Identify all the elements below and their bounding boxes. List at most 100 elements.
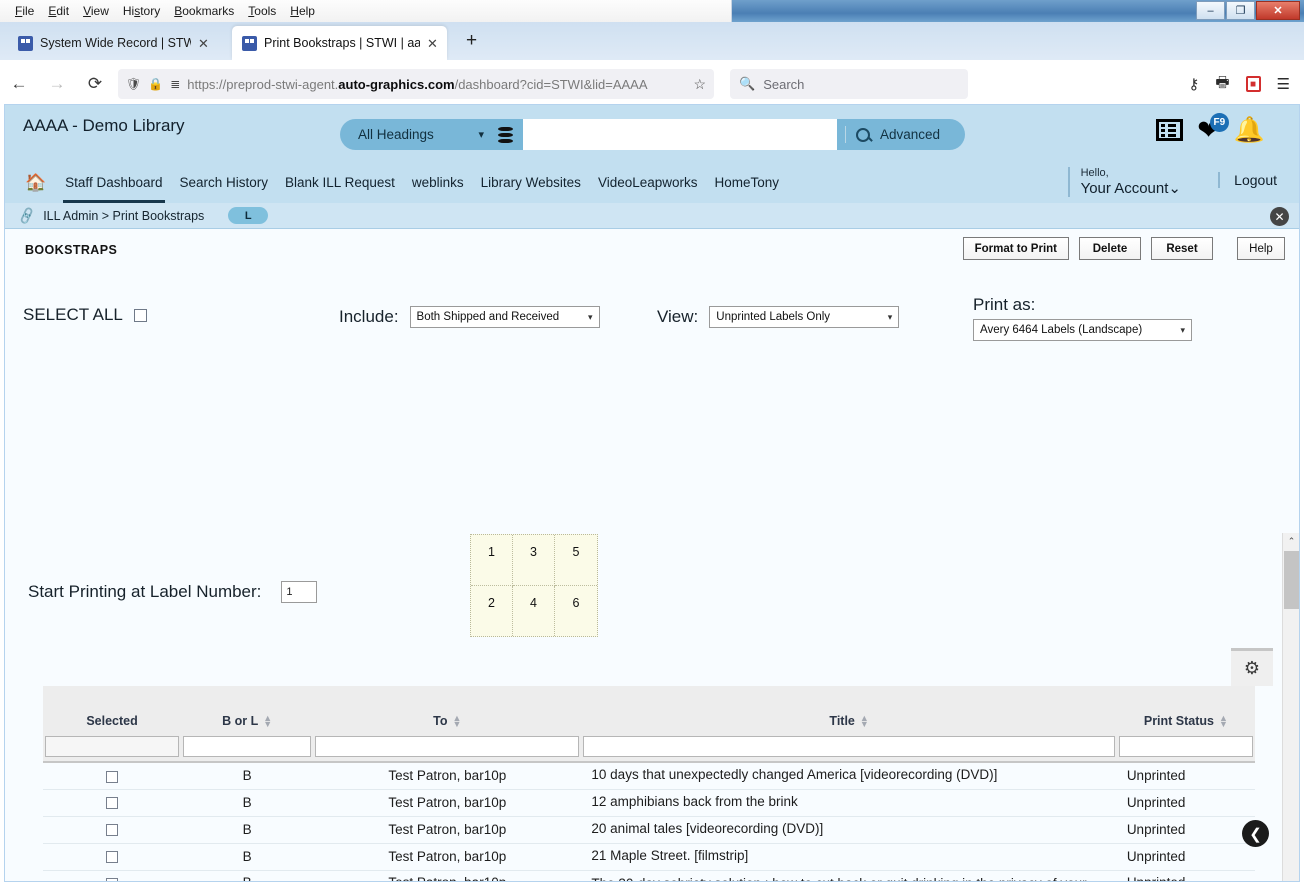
grid-settings-button[interactable]: ⚙ [1231, 648, 1273, 686]
tab-close-icon[interactable]: ✕ [198, 37, 210, 50]
reset-button[interactable]: Reset [1151, 237, 1213, 260]
catalog-search-input[interactable] [523, 119, 837, 150]
advanced-search-link[interactable]: Advanced [880, 127, 940, 142]
column-header-to[interactable]: To ▲ ▼ [313, 686, 582, 736]
sort-arrows-icon[interactable]: ▲ ▼ [1219, 714, 1228, 729]
forward-icon[interactable]: → [38, 74, 76, 94]
breadcrumb[interactable]: ILL Admin > Print Bookstraps [43, 209, 204, 223]
search-scope-dropdown[interactable]: All Headings ▾ [340, 119, 523, 150]
table-row[interactable]: B Test Patron, bar10p 20 animal tales [v… [43, 815, 1255, 843]
link-chain-icon[interactable]: 🔗 [17, 205, 38, 226]
table-row[interactable]: B Test Patron, bar10p The 30-day sobriet… [43, 869, 1255, 881]
chevron-down-icon: ▾ [588, 311, 593, 322]
new-tab-button[interactable]: + [466, 31, 477, 50]
minimize-button[interactable]: – [1196, 1, 1225, 20]
list-icon[interactable] [1156, 119, 1184, 141]
lock-icon[interactable]: 🔒 [148, 77, 163, 91]
tab-close-icon[interactable]: ✕ [427, 37, 439, 50]
browser-search-box[interactable]: 🔍 Search [730, 69, 968, 99]
table-row[interactable]: B Test Patron, bar10p 10 days that unexp… [43, 761, 1255, 789]
pocket-icon[interactable]: ⚷ [1188, 75, 1199, 93]
hamburger-menu-icon[interactable]: ☰ [1277, 75, 1290, 93]
menu-help[interactable]: Help [283, 2, 322, 20]
cell-title: 20 animal tales [videorecording (DVD)] [581, 815, 1117, 843]
row-checkbox[interactable] [106, 851, 119, 864]
browser-tab-system-wide-record[interactable]: System Wide Record | STWI | aa ✕ [8, 26, 218, 60]
start-label-number-input[interactable]: 1 [281, 581, 318, 603]
adblock-icon[interactable]: ■ [1245, 76, 1261, 92]
menu-view[interactable]: View [76, 2, 116, 20]
menu-edit[interactable]: Edit [41, 2, 76, 20]
account-menu[interactable]: Hello, Your Account⌄ [1067, 167, 1181, 197]
filter-input-bol[interactable] [183, 736, 312, 757]
select-all-checkbox[interactable] [133, 308, 147, 322]
format-to-print-button[interactable]: Format to Print [962, 237, 1069, 260]
close-window-button[interactable]: ✕ [1256, 1, 1300, 20]
cell-to: Test Patron, bar10p [313, 869, 582, 881]
filter-input-title[interactable] [583, 736, 1115, 757]
reload-icon[interactable]: ⟳ [76, 74, 114, 94]
row-checkbox[interactable] [106, 797, 119, 810]
table-row[interactable]: B Test Patron, bar10p 12 amphibians back… [43, 788, 1255, 816]
include-dropdown[interactable]: Both Shipped and Received ▾ [409, 306, 600, 328]
row-checkbox[interactable] [106, 877, 119, 881]
cell-bol: B [181, 842, 314, 870]
delete-button[interactable]: Delete [1079, 237, 1141, 260]
nav-link-hometony[interactable]: HomeTony [715, 175, 780, 192]
address-bar[interactable]: 🛡 🔒 ≣ https://preprod-stwi-agent.auto-gr… [118, 69, 714, 99]
home-icon[interactable]: 🏠 [25, 173, 46, 193]
shield-icon[interactable]: 🛡 [126, 77, 141, 91]
search-icon[interactable] [856, 127, 870, 142]
column-header-title[interactable]: Title ▲ ▼ [581, 686, 1117, 736]
nav-link-videoleapworks[interactable]: VideoLeapworks [598, 175, 698, 192]
label-cell[interactable]: 1 [471, 535, 513, 586]
close-icon[interactable]: ✕ [1270, 207, 1289, 226]
view-dropdown[interactable]: Unprinted Labels Only ▾ [709, 306, 900, 328]
menu-file[interactable]: File [8, 2, 41, 20]
label-cell[interactable]: 3 [513, 535, 555, 586]
page-scrollbar[interactable]: ⌃ ⌄ [1282, 533, 1299, 881]
column-header-selected[interactable]: Selected [43, 686, 182, 736]
table-row[interactable]: B Test Patron, bar10p 21 Maple Street. [… [43, 842, 1255, 870]
menu-tools[interactable]: Tools [241, 2, 283, 20]
column-header-print-status[interactable]: Print Status ▲ ▼ [1116, 686, 1255, 736]
sort-arrows-icon[interactable]: ▲ ▼ [860, 714, 869, 729]
help-button[interactable]: Help [1237, 237, 1285, 260]
scrollbar-thumb[interactable] [1284, 551, 1299, 609]
sort-arrows-icon[interactable]: ▲ ▼ [453, 714, 462, 729]
logout-link[interactable]: Logout [1218, 172, 1277, 188]
print-as-dropdown[interactable]: Avery 6464 Labels (Landscape) ▾ [973, 319, 1192, 341]
filter-input-to[interactable] [315, 736, 580, 757]
column-header-bol[interactable]: B or L ▲ ▼ [181, 686, 314, 736]
nav-link-staff-dashboard[interactable]: Staff Dashboard [63, 175, 165, 203]
database-icon[interactable] [498, 126, 513, 143]
label-cell[interactable]: 2 [471, 585, 513, 636]
menu-history[interactable]: History [116, 2, 167, 20]
row-checkbox[interactable] [106, 824, 119, 837]
nav-link-search-history[interactable]: Search History [180, 175, 269, 192]
nav-link-blank-ill-request[interactable]: Blank ILL Request [285, 175, 395, 192]
collapse-panel-button[interactable]: ❮ [1242, 820, 1269, 847]
nav-link-weblinks[interactable]: weblinks [412, 175, 464, 192]
bell-icon[interactable]: 🔔 [1234, 118, 1265, 143]
row-checkbox[interactable] [106, 770, 119, 783]
bookmark-star-icon[interactable]: ☆ [693, 76, 706, 93]
browser-tab-print-bookstraps[interactable]: Print Bookstraps | STWI | aaaa | A ✕ [232, 26, 447, 60]
label-cell[interactable]: 6 [555, 586, 597, 637]
label-cell[interactable]: 4 [513, 585, 555, 636]
favorites-group[interactable]: ❤ F9 [1197, 113, 1229, 144]
maximize-button[interactable]: ❐ [1226, 1, 1255, 20]
label-cell[interactable]: 5 [555, 535, 597, 586]
sort-arrows-icon[interactable]: ▲ ▼ [263, 714, 272, 729]
back-icon[interactable]: ← [0, 74, 38, 94]
nav-link-library-websites[interactable]: Library Websites [481, 175, 581, 192]
status-badge[interactable]: L [228, 207, 269, 224]
menu-bookmarks[interactable]: Bookmarks [167, 2, 241, 20]
cell-title: 10 days that unexpectedly changed Americ… [581, 761, 1117, 789]
filter-input-print-status[interactable] [1118, 736, 1253, 757]
label-sheet-preview[interactable]: 1 3 5 2 4 6 [470, 534, 598, 637]
permissions-icon[interactable]: ≣ [170, 77, 180, 91]
search-placeholder: Search [763, 76, 805, 92]
scroll-up-icon[interactable]: ⌃ [1283, 533, 1299, 550]
print-icon[interactable]: 🖶 [1215, 72, 1229, 97]
